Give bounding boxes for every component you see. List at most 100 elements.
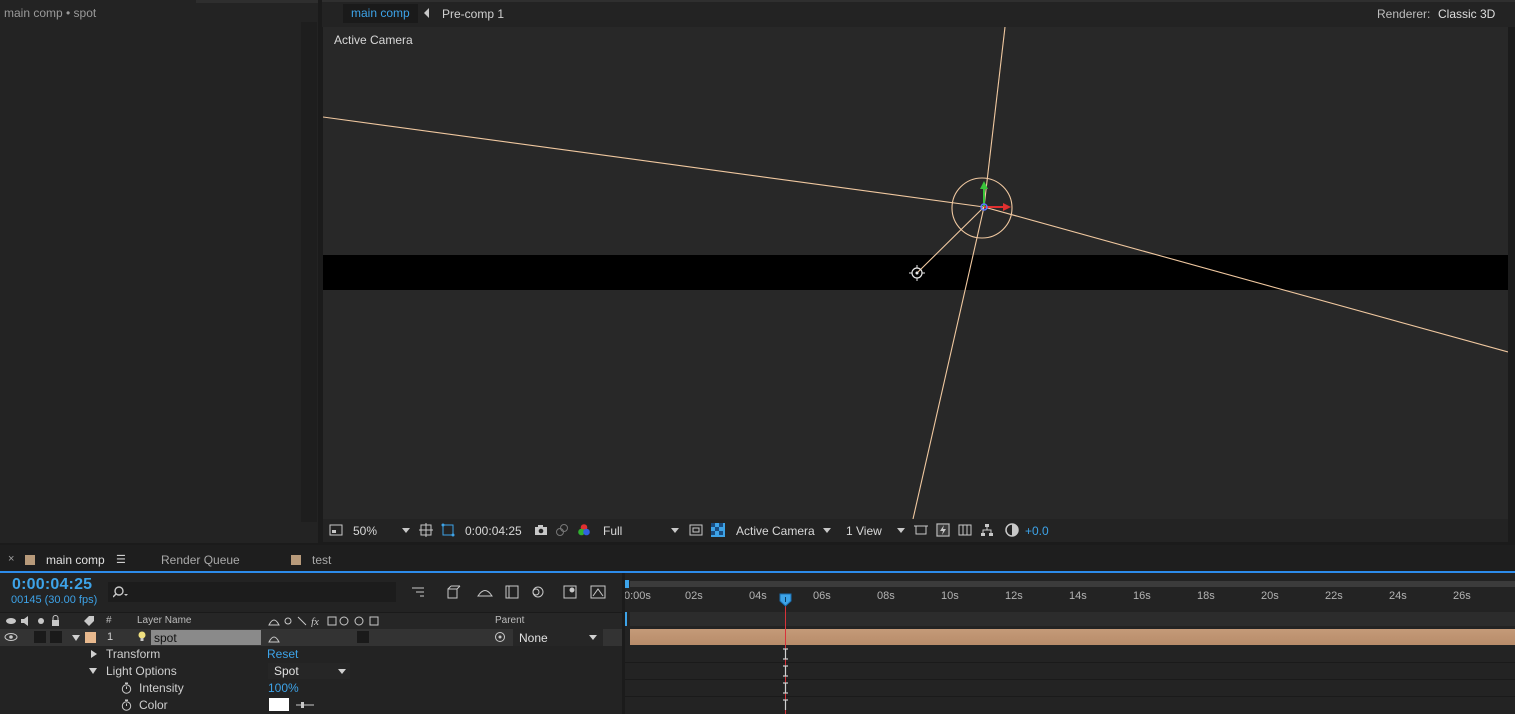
timeline-toggle-icon[interactable] (958, 523, 972, 537)
ruler-tick: 08s (877, 590, 895, 602)
column-number: # (106, 615, 112, 626)
tab-main-comp-timeline[interactable]: main comp (46, 553, 105, 567)
view-layout-dropdown[interactable]: 1 View (846, 524, 882, 538)
cone-line-left (323, 116, 985, 208)
ruler-tick: 24s (1389, 590, 1407, 602)
frame-blending-icon (505, 585, 519, 599)
tab-render-queue[interactable]: Render Queue (161, 553, 240, 567)
column-layer-name[interactable]: Layer Name (137, 615, 191, 626)
property-row-intensity[interactable]: Intensity 100% (0, 680, 622, 697)
layer-index: 1 (107, 631, 114, 643)
keyframe-markers[interactable] (780, 648, 791, 710)
stopwatch-icon[interactable] (121, 699, 132, 711)
snapshot-camera-icon[interactable] (534, 523, 548, 537)
expand-triangle-icon[interactable] (89, 668, 97, 674)
transparency-grid-icon[interactable] (711, 523, 725, 537)
3d-layer-switch[interactable] (357, 631, 369, 643)
current-time-indicator-icon[interactable] (779, 593, 792, 607)
draft-3d-icon (447, 585, 461, 599)
layer-row[interactable]: 1 spot None (0, 629, 622, 646)
breadcrumb-pre-comp[interactable]: Pre-comp 1 (442, 7, 504, 21)
project-list[interactable] (0, 22, 300, 522)
property-row-color[interactable]: Color (0, 697, 622, 714)
exposure-icon[interactable] (1005, 523, 1019, 537)
layer-label-color[interactable] (85, 632, 96, 643)
resolution-dropdown[interactable]: Full (603, 524, 622, 538)
chevron-down-icon[interactable] (897, 528, 905, 533)
search-input[interactable] (108, 582, 396, 602)
light-direction-line (916, 206, 985, 274)
timeline-tab-bar: × main comp ☰ Render Queue test (0, 545, 1515, 573)
color-swatch[interactable] (269, 698, 289, 711)
expand-triangle-icon[interactable] (91, 650, 97, 658)
row-divider (625, 679, 1515, 680)
ruler-tick: 16s (1133, 590, 1151, 602)
property-label: Color (139, 698, 168, 712)
zoom-dropdown[interactable]: 50% (353, 524, 377, 538)
camera-dropdown[interactable]: Active Camera (736, 524, 815, 538)
eye-icon[interactable] (4, 632, 18, 642)
parent-dropdown[interactable]: None (513, 629, 603, 646)
flowchart-icon[interactable] (980, 523, 994, 537)
layer-name-field[interactable]: spot (151, 630, 261, 645)
mask-visibility-icon[interactable] (441, 523, 455, 537)
tab-test[interactable]: test (312, 553, 331, 567)
toggle-pixel-aspect-icon[interactable] (914, 523, 928, 537)
exposure-value[interactable]: +0.0 (1025, 524, 1049, 538)
axis-arrows-icon (980, 181, 1011, 211)
property-row-light-options[interactable]: Light Options Spot (0, 663, 622, 680)
chevron-down-icon[interactable] (589, 635, 597, 640)
light-bulb-icon (138, 631, 146, 641)
ruler-tick: 26s (1453, 590, 1471, 602)
ruler-tick: 14s (1069, 590, 1087, 602)
light-gizmo[interactable] (323, 27, 1508, 519)
layer-duration-bar[interactable] (630, 629, 1515, 645)
panel-menu-icon[interactable]: ☰ (116, 553, 126, 566)
cone-line-bottom (912, 206, 985, 519)
property-row-transform[interactable]: Transform Reset (0, 646, 622, 663)
fast-previews-icon[interactable] (936, 523, 950, 537)
label-color-swatch (291, 555, 301, 565)
scrollbar[interactable] (301, 22, 317, 522)
chevron-down-icon[interactable] (402, 528, 410, 533)
label-tag-icon (84, 616, 94, 626)
renderer-dropdown[interactable]: Classic 3D (1438, 7, 1495, 21)
show-snapshot-icon[interactable] (555, 523, 569, 537)
chevron-down-icon[interactable] (823, 528, 831, 533)
current-time[interactable]: 0:00:04:25 (465, 524, 522, 538)
pickwhip-icon[interactable] (494, 631, 506, 643)
work-area-bar[interactable] (630, 581, 1515, 587)
always-preview-icon[interactable] (329, 523, 343, 537)
light-type-dropdown[interactable]: Spot (268, 663, 350, 679)
shy-layers-icon (477, 590, 493, 597)
reset-link[interactable]: Reset (267, 647, 298, 661)
close-icon[interactable]: × (8, 553, 14, 565)
ruler-tick: 04s (749, 590, 767, 602)
shy-switch-icon[interactable] (268, 632, 280, 643)
chevron-down-icon[interactable] (338, 669, 346, 674)
tab-main-comp[interactable]: main comp (343, 4, 418, 23)
renderer-label: Renderer: (1377, 7, 1431, 21)
label-color-swatch (25, 555, 35, 565)
stopwatch-icon[interactable] (121, 682, 132, 694)
row-divider (625, 662, 1515, 663)
region-of-interest-icon[interactable] (689, 523, 703, 537)
composition-mini-flowchart-icon (412, 587, 424, 597)
property-label: Intensity (139, 681, 184, 695)
composition-viewer[interactable]: Active Camera (323, 27, 1508, 519)
chevron-down-icon[interactable] (671, 528, 679, 533)
eyedropper-icon[interactable] (296, 700, 314, 710)
fit-grid-icon[interactable] (419, 523, 433, 537)
lock-toggle[interactable] (50, 631, 62, 643)
search-icon (113, 586, 128, 598)
expand-triangle-icon[interactable] (72, 635, 80, 641)
property-label: Transform (106, 647, 161, 661)
flowchart-arrow-icon[interactable] (424, 8, 429, 18)
solo-toggle[interactable] (34, 631, 46, 643)
timeline-column-header: # Layer Name fx Parent (0, 612, 622, 630)
current-time-display[interactable]: 0:00:04:25 (12, 576, 92, 594)
intensity-value[interactable]: 100% (268, 681, 299, 695)
time-navigator[interactable] (630, 612, 1515, 626)
channels-icon[interactable] (577, 523, 591, 537)
panel-splitter[interactable] (622, 573, 625, 714)
